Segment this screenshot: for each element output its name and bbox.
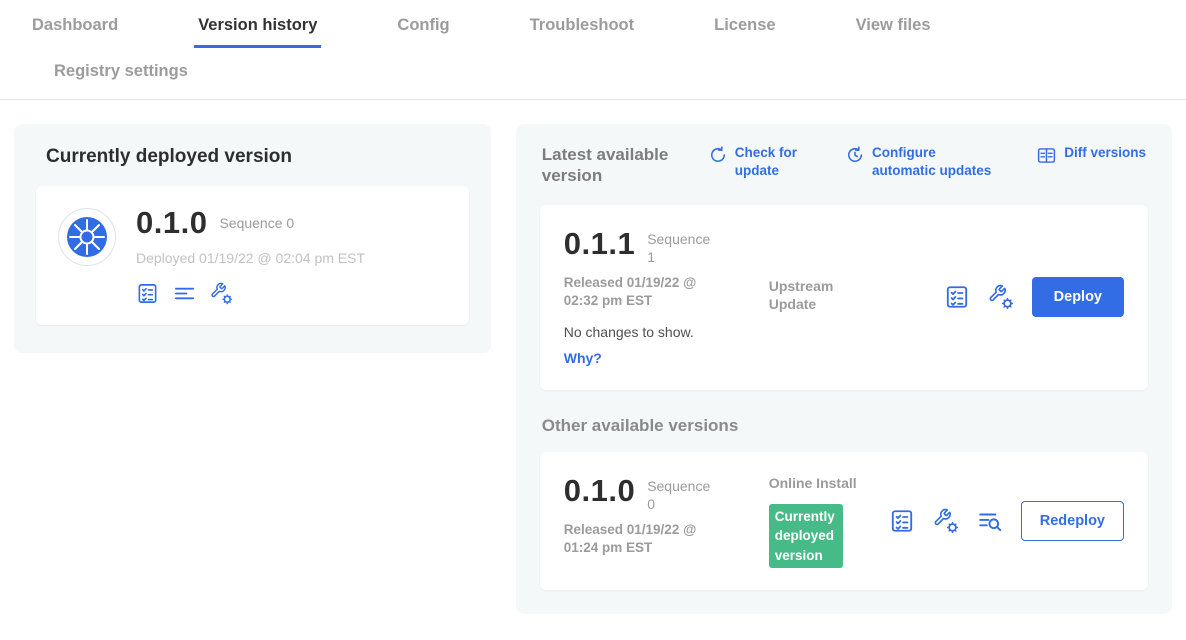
- deployed-action-icons: [136, 282, 365, 305]
- latest-version-card: 0.1.1 Sequence 1 Released 01/19/22 @ 02:…: [540, 205, 1148, 390]
- available-versions-header: Latest available version Check for updat…: [542, 144, 1146, 187]
- tab-config[interactable]: Config: [393, 16, 453, 45]
- other-released-timestamp: Released 01/19/22 @ 01:24 pm EST: [564, 521, 716, 557]
- nav-row-secondary: Registry settings: [28, 48, 1186, 99]
- deployed-version-card: 0.1.0 Sequence 0 Deployed 01/19/22 @ 02:…: [36, 186, 469, 325]
- available-versions-panel: Latest available version Check for updat…: [516, 124, 1172, 614]
- latest-sequence-label: Sequence 1: [647, 230, 713, 266]
- refresh-arrow-icon: [708, 145, 728, 165]
- header-actions: Check for update Configure automatic upd…: [694, 144, 1146, 179]
- deployed-timestamp: Deployed 01/19/22 @ 02:04 pm EST: [136, 250, 365, 266]
- diff-versions-label: Diff versions: [1064, 144, 1146, 162]
- auto-update-clock-icon: [845, 145, 865, 165]
- kubernetes-icon: [58, 208, 116, 266]
- other-card-actions: Redeploy: [889, 501, 1124, 541]
- other-sequence-label: Sequence 0: [647, 477, 713, 513]
- tab-registry-settings[interactable]: Registry settings: [50, 62, 192, 81]
- deployed-card-body: 0.1.0 Sequence 0 Deployed 01/19/22 @ 02:…: [136, 206, 365, 305]
- main-content: Currently deployed version: [0, 100, 1186, 614]
- preflight-checklist-icon[interactable]: [889, 508, 915, 534]
- deployed-sequence-label: Sequence 0: [219, 215, 294, 231]
- other-source-label: Online Install: [769, 474, 889, 492]
- other-version-card: 0.1.0 Sequence 0 Released 01/19/22 @ 01:…: [540, 452, 1148, 591]
- other-version-number: 0.1.0: [564, 474, 635, 508]
- latest-available-title: Latest available version: [542, 144, 694, 187]
- tab-version-history[interactable]: Version history: [194, 16, 321, 48]
- edit-config-icon[interactable]: [933, 508, 959, 534]
- other-source-column: Online Install Currently deployed versio…: [769, 474, 889, 569]
- check-for-update-label: Check for update: [735, 144, 809, 179]
- tab-dashboard[interactable]: Dashboard: [28, 16, 122, 45]
- currently-deployed-badge: Currently deployed version: [769, 504, 843, 569]
- preflight-checklist-icon[interactable]: [136, 282, 159, 305]
- latest-released-timestamp: Released 01/19/22 @ 02:32 pm EST: [564, 274, 716, 310]
- configure-automatic-updates-link[interactable]: Configure automatic updates: [845, 144, 1000, 179]
- tab-troubleshoot[interactable]: Troubleshoot: [526, 16, 639, 45]
- deployed-version-number: 0.1.0: [136, 206, 207, 240]
- top-nav: Dashboard Version history Config Trouble…: [0, 0, 1186, 100]
- no-changes-text: No changes to show.: [564, 324, 769, 340]
- edit-config-icon[interactable]: [988, 284, 1014, 310]
- preflight-checklist-icon[interactable]: [944, 284, 970, 310]
- currently-deployed-title: Currently deployed version: [46, 146, 469, 168]
- other-versions-title: Other available versions: [542, 416, 1148, 436]
- deployed-version-row: 0.1.0 Sequence 0: [136, 206, 365, 240]
- why-link[interactable]: Why?: [564, 350, 602, 366]
- edit-config-icon[interactable]: [210, 282, 233, 305]
- latest-card-actions: Deploy: [944, 277, 1124, 317]
- configure-automatic-updates-label: Configure automatic updates: [872, 144, 1000, 179]
- deploy-logs-icon[interactable]: [173, 282, 196, 305]
- nav-row-primary: Dashboard Version history Config Trouble…: [28, 16, 1186, 48]
- tab-license[interactable]: License: [710, 16, 779, 45]
- latest-source-label: Upstream Update: [769, 277, 859, 313]
- latest-version-info: 0.1.1 Sequence 1 Released 01/19/22 @ 02:…: [564, 227, 769, 368]
- diff-lines-icon[interactable]: [977, 508, 1003, 534]
- latest-version-number: 0.1.1: [564, 227, 635, 261]
- check-for-update-link[interactable]: Check for update: [708, 144, 809, 179]
- currently-deployed-panel: Currently deployed version: [14, 124, 491, 353]
- tab-view-files[interactable]: View files: [852, 16, 935, 45]
- other-version-info: 0.1.0 Sequence 0 Released 01/19/22 @ 01:…: [564, 474, 769, 557]
- redeploy-button[interactable]: Redeploy: [1021, 501, 1124, 541]
- diff-versions-link[interactable]: Diff versions: [1036, 144, 1146, 179]
- diff-versions-icon: [1036, 145, 1057, 166]
- deploy-button[interactable]: Deploy: [1032, 277, 1124, 317]
